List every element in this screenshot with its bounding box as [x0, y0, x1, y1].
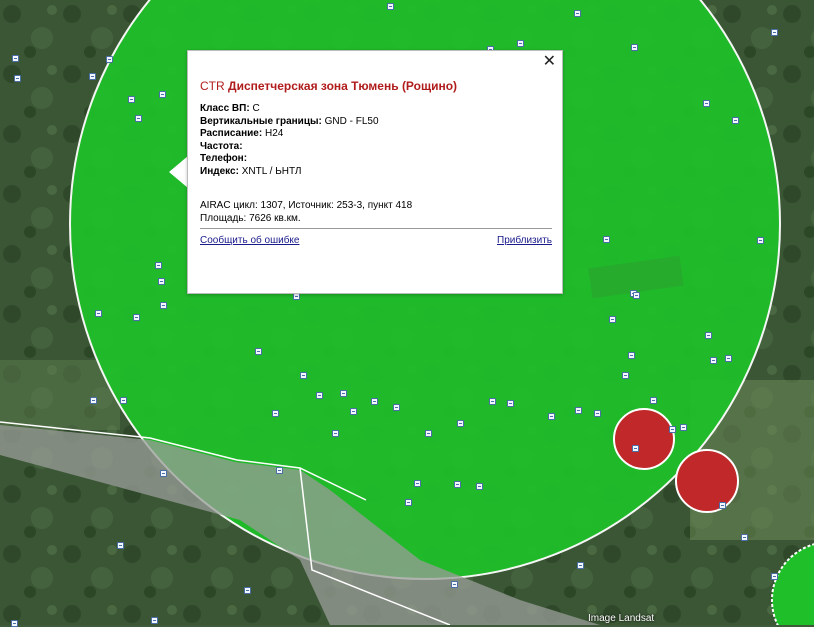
airfield-marker[interactable]: [609, 316, 616, 323]
airfield-marker[interactable]: [517, 40, 524, 47]
airfield-marker[interactable]: [741, 534, 748, 541]
airfield-marker[interactable]: [160, 470, 167, 477]
airfield-marker[interactable]: [719, 502, 726, 509]
airfield-marker[interactable]: [316, 392, 323, 399]
airfield-marker[interactable]: [574, 10, 581, 17]
airfield-marker[interactable]: [255, 348, 262, 355]
close-icon[interactable]: ✕: [543, 53, 556, 69]
airfield-marker[interactable]: [757, 237, 764, 244]
field-index: Индекс: XNTL / ЬНТЛ: [200, 165, 302, 177]
airfield-marker[interactable]: [548, 413, 555, 420]
airfield-marker[interactable]: [272, 410, 279, 417]
report-error-link[interactable]: Сообщить об ошибке: [200, 235, 299, 246]
field-class: Класс ВП: C: [200, 103, 260, 114]
airfield-marker[interactable]: [622, 372, 629, 379]
restricted-zone[interactable]: [675, 449, 739, 513]
airfield-marker[interactable]: [117, 542, 124, 549]
airfield-marker[interactable]: [106, 56, 113, 63]
airfield-marker[interactable]: [632, 445, 639, 452]
airfield-marker[interactable]: [300, 372, 307, 379]
field-frequency: Частота:: [200, 140, 243, 152]
airfield-marker[interactable]: [120, 397, 127, 404]
airfield-marker[interactable]: [89, 73, 96, 80]
airfield-marker[interactable]: [425, 430, 432, 437]
zone-title: CTR Диспетчерская зона Тюмень (Рощино): [200, 79, 457, 93]
airfield-marker[interactable]: [14, 75, 21, 82]
airfield-marker[interactable]: [151, 617, 158, 624]
airfield-marker[interactable]: [577, 562, 584, 569]
zone-info-popup: ✕ CTR Диспетчерская зона Тюмень (Рощино)…: [187, 50, 563, 294]
airfield-marker[interactable]: [332, 430, 339, 437]
popup-pointer: [169, 156, 188, 188]
zone-name: Диспетчерская зона Тюмень (Рощино): [228, 79, 458, 93]
airfield-marker[interactable]: [771, 29, 778, 36]
zone-meta: AIRAC цикл: 1307, Источник: 253-3, пункт…: [200, 200, 412, 225]
airfield-marker[interactable]: [371, 398, 378, 405]
airfield-marker[interactable]: [507, 400, 514, 407]
airfield-marker[interactable]: [135, 115, 142, 122]
airfield-marker[interactable]: [575, 407, 582, 414]
airfield-marker[interactable]: [457, 420, 464, 427]
airfield-marker[interactable]: [159, 91, 166, 98]
zoom-in-link[interactable]: Приблизить: [497, 235, 552, 246]
airfield-marker[interactable]: [669, 426, 676, 433]
airfield-marker[interactable]: [244, 587, 251, 594]
airfield-marker[interactable]: [732, 117, 739, 124]
airfield-marker[interactable]: [133, 314, 140, 321]
airfield-marker[interactable]: [95, 310, 102, 317]
airfield-marker[interactable]: [451, 581, 458, 588]
airfield-marker[interactable]: [12, 55, 19, 62]
airfield-marker[interactable]: [603, 236, 610, 243]
airfield-marker[interactable]: [680, 424, 687, 431]
airfield-marker[interactable]: [633, 292, 640, 299]
airac-info: AIRAC цикл: 1307, Источник: 253-3, пункт…: [200, 200, 413, 211]
airfield-marker[interactable]: [155, 262, 162, 269]
airfield-marker[interactable]: [128, 96, 135, 103]
airfield-marker[interactable]: [454, 481, 461, 488]
field-vertical-limits: Вертикальные границы: GND - FL50: [200, 115, 379, 127]
airfield-marker[interactable]: [158, 278, 165, 285]
airfield-marker[interactable]: [476, 483, 483, 490]
airfield-marker[interactable]: [703, 100, 710, 107]
area-info: Площадь: 7626 кв.км.: [200, 212, 301, 224]
map-attribution: Image Landsat: [588, 613, 655, 624]
airfield-marker[interactable]: [594, 410, 601, 417]
restricted-zone[interactable]: [613, 408, 675, 470]
airfield-marker[interactable]: [393, 404, 400, 411]
field-phone: Телефон:: [200, 153, 248, 164]
airfield-marker[interactable]: [90, 397, 97, 404]
airfield-marker[interactable]: [405, 499, 412, 506]
field-schedule: Расписание: H24: [200, 128, 284, 139]
airfield-marker[interactable]: [387, 3, 394, 10]
airfield-marker[interactable]: [350, 408, 357, 415]
airfield-marker[interactable]: [276, 467, 283, 474]
airfield-marker[interactable]: [11, 620, 18, 627]
airfield-marker[interactable]: [489, 398, 496, 405]
airfield-marker[interactable]: [710, 357, 717, 364]
airfield-marker[interactable]: [705, 332, 712, 339]
airfield-marker[interactable]: [650, 397, 657, 404]
zone-type: CTR: [200, 79, 225, 93]
airfield-marker[interactable]: [631, 44, 638, 51]
divider: [200, 228, 552, 229]
airfield-marker[interactable]: [771, 573, 778, 580]
zone-fields: Класс ВП: C Вертикальные границы: GND - …: [200, 103, 379, 178]
airfield-marker[interactable]: [414, 480, 421, 487]
airfield-marker[interactable]: [293, 293, 300, 300]
airfield-marker[interactable]: [340, 390, 347, 397]
airfield-marker[interactable]: [725, 355, 732, 362]
airfield-marker[interactable]: [628, 352, 635, 359]
airfield-marker[interactable]: [160, 302, 167, 309]
